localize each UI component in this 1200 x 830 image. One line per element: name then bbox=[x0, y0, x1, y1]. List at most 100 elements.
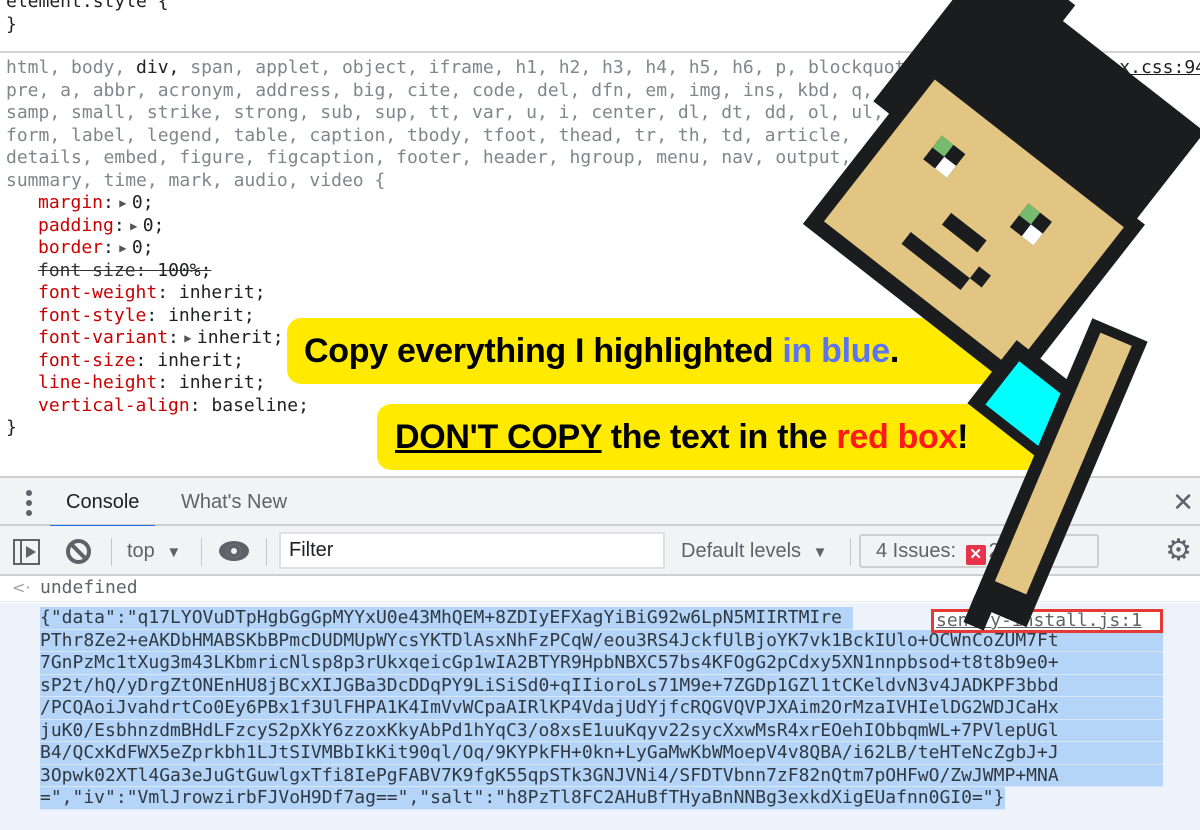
log-line[interactable]: sP2t/hQ/yDrgZtONEnHU8jBCxXIJGBa3DcDDqPY9… bbox=[40, 674, 1163, 697]
property-value[interactable]: 100%; bbox=[157, 260, 211, 281]
selector-line: samp, small, strike, strong, sub, sup, t… bbox=[6, 102, 981, 125]
toolbar-divider bbox=[201, 538, 202, 566]
callout-emphasis: DON'T COPY bbox=[395, 418, 602, 456]
context-value: top bbox=[127, 540, 155, 562]
css-declaration[interactable]: font size: 100%; bbox=[6, 260, 981, 283]
expand-triangle-icon[interactable]: ▶ bbox=[114, 237, 132, 260]
toolbar-divider bbox=[111, 538, 112, 566]
property-name[interactable]: line-height bbox=[38, 372, 157, 393]
console-log-row[interactable]: {"data":"q17LYOVuDTpHgbGgGpMYYxU0e43MhQE… bbox=[0, 603, 1200, 830]
selector-text: span, applet, object, iframe, h1, h2, h3… bbox=[179, 57, 928, 78]
property-name[interactable]: border bbox=[38, 237, 103, 258]
log-line[interactable]: =","iv":"VmlJrowzirbFJVoH9Df7ag==","salt… bbox=[40, 787, 1005, 810]
property-name[interactable]: font size bbox=[38, 260, 136, 281]
property-value[interactable]: baseline; bbox=[211, 395, 309, 416]
property-name[interactable]: font-weight bbox=[38, 282, 157, 303]
selector-text: samp, small, strike, strong, sub, sup, t… bbox=[6, 102, 982, 123]
selector-line: pre, a, abbr, acronym, address, big, cit… bbox=[6, 80, 981, 103]
log-source-link[interactable]: sentry-install.js:1 bbox=[931, 609, 1163, 633]
property-value[interactable]: inherit; bbox=[179, 372, 266, 393]
live-expression-eye-icon[interactable] bbox=[219, 541, 249, 561]
selector-line: details, embed, figure, figcaption, foot… bbox=[6, 147, 981, 170]
log-line[interactable]: B4/QCxKdFWX5eZprkbh1LJtSIVMBbIkKit90ql/O… bbox=[40, 742, 1163, 765]
tab-console[interactable]: Console bbox=[50, 478, 156, 528]
element-style-rule[interactable]: element.style { } bbox=[6, 0, 169, 36]
issues-label: 4 Issues: bbox=[876, 540, 957, 562]
selector-line: summary, time, mark, audio, video { bbox=[6, 170, 981, 193]
show-sidebar-icon[interactable] bbox=[13, 539, 40, 565]
console-toolbar: top ▼ Default levels ▼ 4 Issues: ✕2 !1 ⚙ bbox=[0, 526, 1200, 576]
property-name[interactable]: font-style bbox=[38, 305, 146, 326]
expand-triangle-icon[interactable]: ▶ bbox=[125, 215, 143, 238]
log-levels-dropdown[interactable]: Default levels ▼ bbox=[681, 526, 827, 576]
property-name[interactable]: font-size bbox=[38, 350, 136, 371]
property-name[interactable]: padding bbox=[38, 215, 114, 236]
log-line[interactable]: {"data":"q17LYOVuDTpHgbGgGpMYYxU0e43MhQE… bbox=[40, 607, 853, 630]
instruction-callout-dont-copy: DON'T COPY the text in the red box! bbox=[377, 404, 1059, 470]
result-value: undefined bbox=[40, 577, 138, 598]
property-value[interactable]: inherit; bbox=[197, 327, 284, 348]
css-declaration[interactable]: border: ▶ 0; bbox=[6, 237, 981, 260]
toolbar-divider bbox=[266, 538, 267, 566]
property-value[interactable]: inherit; bbox=[168, 305, 255, 326]
callout-highlight: in blue bbox=[782, 332, 890, 370]
selector-line: form, label, legend, table, caption, tbo… bbox=[6, 125, 981, 148]
callout-text: the text in the bbox=[601, 418, 837, 456]
callout-highlight: red box bbox=[836, 418, 958, 456]
context-selector[interactable]: top ▼ bbox=[127, 526, 181, 576]
log-line[interactable]: 7GnPzMc1tXug3m43LKbmricNlsp8p3rUkxqeicGp… bbox=[40, 652, 1163, 675]
callout-text: . bbox=[889, 332, 899, 370]
chevron-down-icon: ▼ bbox=[166, 544, 182, 561]
expand-triangle-icon[interactable]: ▶ bbox=[114, 192, 132, 215]
selector-line: html, body, div, span, applet, object, i… bbox=[6, 57, 981, 80]
property-value[interactable]: inherit; bbox=[179, 282, 266, 303]
drawer-tab-bar: Console What's New ✕ bbox=[0, 478, 1200, 528]
error-count: 2 bbox=[988, 540, 1000, 562]
property-name[interactable]: margin bbox=[38, 192, 103, 213]
source-link[interactable]: index.css:94 bbox=[1076, 57, 1200, 80]
tab-whats-new[interactable]: What's New bbox=[165, 478, 303, 526]
rule-close-brace: } bbox=[6, 13, 17, 35]
css-declaration[interactable]: font-weight: inherit; bbox=[6, 282, 981, 305]
expand-triangle-icon[interactable]: ▶ bbox=[179, 327, 197, 350]
more-tools-menu-icon[interactable] bbox=[19, 490, 39, 516]
close-icon[interactable]: ✕ bbox=[1172, 488, 1194, 518]
callout-text: Copy everything I highlighted bbox=[304, 332, 783, 370]
css-declaration[interactable]: padding: ▶ 0; bbox=[6, 215, 981, 238]
selector-text: details, embed, figure, figcaption, foot… bbox=[6, 147, 852, 168]
instruction-callout-copy: Copy everything I highlighted in blue. bbox=[287, 318, 999, 384]
filter-input[interactable] bbox=[279, 532, 665, 569]
console-drawer: Console What's New ✕ top ▼ Default level… bbox=[0, 476, 1200, 830]
warning-count: 1 bbox=[1032, 540, 1044, 562]
log-levels-value: Default levels bbox=[681, 540, 802, 562]
property-name[interactable]: vertical-align bbox=[38, 395, 190, 416]
property-value[interactable]: 0; bbox=[143, 215, 165, 236]
error-icon: ✕ bbox=[965, 545, 986, 565]
rule-divider bbox=[0, 51, 1200, 53]
property-value[interactable]: inherit; bbox=[157, 350, 244, 371]
css-declaration[interactable]: margin: ▶ 0; bbox=[6, 192, 981, 215]
matched-selector: div, bbox=[136, 57, 180, 78]
selector-text: pre, a, abbr, acronym, address, big, cit… bbox=[6, 79, 873, 101]
gear-icon[interactable]: ⚙ bbox=[1165, 536, 1192, 566]
selector-text: summary, time, mark, audio, video { bbox=[6, 169, 386, 191]
selector-text: html, body, bbox=[6, 57, 137, 78]
log-line[interactable]: 3Opwk02XTl4Ga3eJuGtGuwlgxTfi8IePgFABV7K9… bbox=[40, 764, 1163, 787]
log-line[interactable]: /PCQAoiJvahdrtCo0Ey6PBx1f3UlFHPA1K4ImVvW… bbox=[40, 697, 1163, 720]
chevron-down-icon: ▼ bbox=[812, 544, 828, 561]
warning-icon: ! bbox=[1009, 545, 1030, 565]
property-value[interactable]: 0; bbox=[132, 237, 154, 258]
selector-text: form, label, legend, table, caption, tbo… bbox=[6, 124, 852, 146]
result-arrow-icon: <· bbox=[12, 578, 31, 597]
log-line[interactable]: juK0/EsbhnzdmBHdLFzcyS2pXkY6zzoxKkyAbPd1… bbox=[40, 719, 1163, 742]
console-result-row: <· undefined bbox=[0, 576, 1200, 602]
property-name[interactable]: font-variant bbox=[38, 327, 168, 348]
rule-selector: html, body, div, span, applet, object, i… bbox=[6, 57, 981, 192]
log-message[interactable]: {"data":"q17LYOVuDTpHgbGgGpMYYxU0e43MhQE… bbox=[40, 607, 1163, 810]
clear-console-icon[interactable] bbox=[66, 539, 91, 564]
property-value[interactable]: 0; bbox=[132, 192, 154, 213]
callout-text: ! bbox=[957, 418, 969, 456]
console-output: <· undefined {"data":"q17LYOVuDTpHgbGgGp… bbox=[0, 576, 1200, 830]
toolbar-divider bbox=[850, 538, 851, 566]
issues-button[interactable]: 4 Issues: ✕ 2 ! 1 bbox=[859, 534, 1099, 568]
